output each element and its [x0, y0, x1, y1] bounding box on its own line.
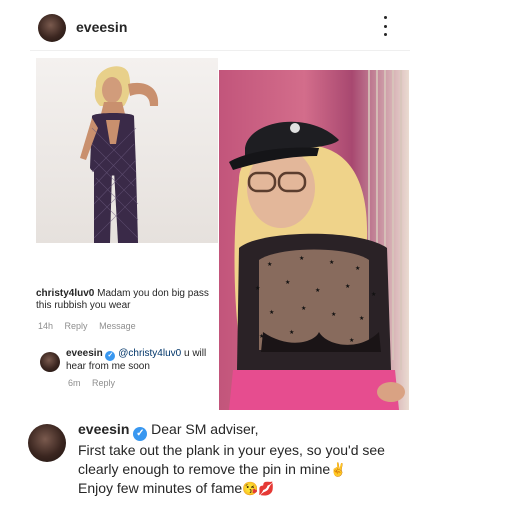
verified-badge-icon: ✓	[133, 427, 148, 441]
caption-line-4: Enjoy few minutes of fame	[78, 480, 243, 496]
svg-text:★: ★	[299, 255, 304, 262]
svg-text:★: ★	[315, 287, 320, 294]
header-username[interactable]: eveesin	[76, 19, 127, 35]
caption-line-3: clearly enough to remove the pin in mine	[78, 461, 331, 477]
svg-text:★: ★	[269, 309, 274, 316]
comment-1-reply-button[interactable]: Reply	[65, 321, 88, 331]
caption-line-2: First take out the plank in your eyes, s…	[78, 442, 385, 458]
header-avatar[interactable]	[38, 14, 66, 42]
svg-text:★: ★	[359, 315, 364, 322]
caption-line-1: Dear SM adviser,	[151, 421, 259, 437]
comment-1-meta: 14h Reply Message	[38, 321, 145, 331]
comment-1-message-button[interactable]: Message	[99, 321, 136, 331]
kiss-emoji: 😘💋	[242, 481, 275, 496]
comment-2-username[interactable]: eveesin	[66, 348, 103, 359]
comment-2-reply-button[interactable]: Reply	[92, 378, 115, 388]
reply-avatar[interactable]	[40, 352, 60, 372]
victory-hand-emoji: ✌️	[330, 462, 347, 477]
caption: eveesin ✓ Dear SM adviser, First take ou…	[78, 420, 408, 498]
comment-2-meta: 6m Reply	[68, 378, 124, 388]
svg-text:★: ★	[329, 259, 334, 266]
comment-1: christy4luv0 Madam you don big pass this…	[36, 288, 216, 312]
svg-text:★: ★	[255, 285, 260, 292]
post-photo-right: ★★★★ ★★★★★ ★★★★ ★★★★	[219, 70, 409, 410]
caption-avatar[interactable]	[28, 424, 66, 462]
caption-username[interactable]: eveesin	[78, 421, 129, 437]
photo-left-illustration	[80, 66, 159, 243]
more-options-icon[interactable]	[381, 16, 389, 36]
photo-right-illustration: ★★★★ ★★★★★ ★★★★ ★★★★	[229, 70, 405, 410]
post-photo-left	[36, 58, 218, 243]
comment-1-username[interactable]: christy4luv0	[36, 288, 94, 299]
comment-2-mention[interactable]: @christy4luv0	[118, 348, 181, 359]
comment-2: eveesin ✓ @christy4luv0 u will hear from…	[66, 348, 216, 373]
comment-2-time: 6m	[68, 378, 81, 388]
svg-text:★: ★	[355, 265, 360, 272]
verified-badge-icon: ✓	[105, 351, 116, 361]
header-divider	[30, 50, 410, 51]
svg-text:★: ★	[267, 261, 272, 268]
svg-text:★: ★	[345, 283, 350, 290]
comment-1-time: 14h	[38, 321, 54, 331]
svg-text:★: ★	[285, 279, 290, 286]
svg-text:★: ★	[331, 311, 336, 318]
svg-text:★: ★	[349, 337, 354, 344]
svg-text:★: ★	[301, 305, 306, 312]
svg-text:★: ★	[289, 329, 294, 336]
svg-text:★: ★	[371, 291, 376, 298]
